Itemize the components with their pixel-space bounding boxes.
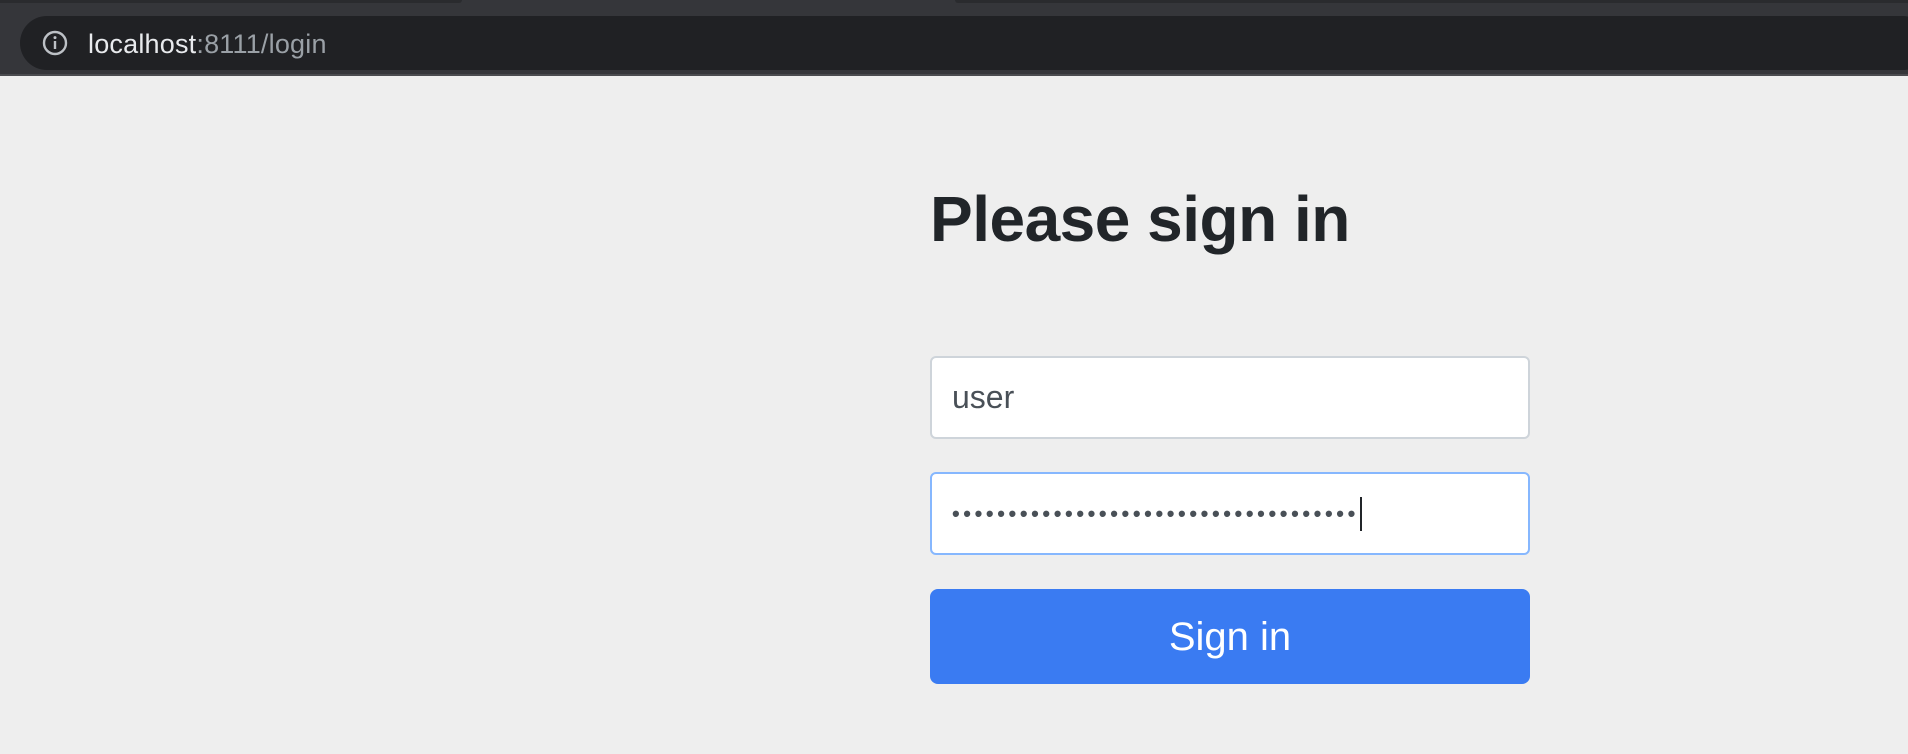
url-path: :8111/login (196, 29, 327, 59)
page-content: Please sign in user ••••••••••••••••••••… (0, 78, 1908, 754)
username-input[interactable]: user (930, 356, 1530, 439)
tab-strip (0, 0, 1908, 12)
address-bar[interactable]: localhost:8111/login (20, 16, 1908, 70)
url-host: localhost (88, 29, 197, 59)
username-value: user (952, 379, 1015, 415)
password-masked-value: •••••••••••••••••••••••••••••••••••• (952, 500, 1359, 526)
password-input[interactable]: •••••••••••••••••••••••••••••••••••• (930, 472, 1530, 555)
url-text[interactable]: localhost:8111/login (88, 30, 327, 58)
sign-in-button[interactable]: Sign in (930, 589, 1530, 684)
info-circle-icon[interactable] (42, 30, 68, 56)
tab-right[interactable] (955, 0, 1908, 3)
tab-left[interactable] (0, 0, 462, 3)
browser-toolbar: localhost:8111/login (0, 12, 1908, 76)
page-title: Please sign in (930, 183, 1350, 255)
text-caret (1359, 496, 1362, 531)
